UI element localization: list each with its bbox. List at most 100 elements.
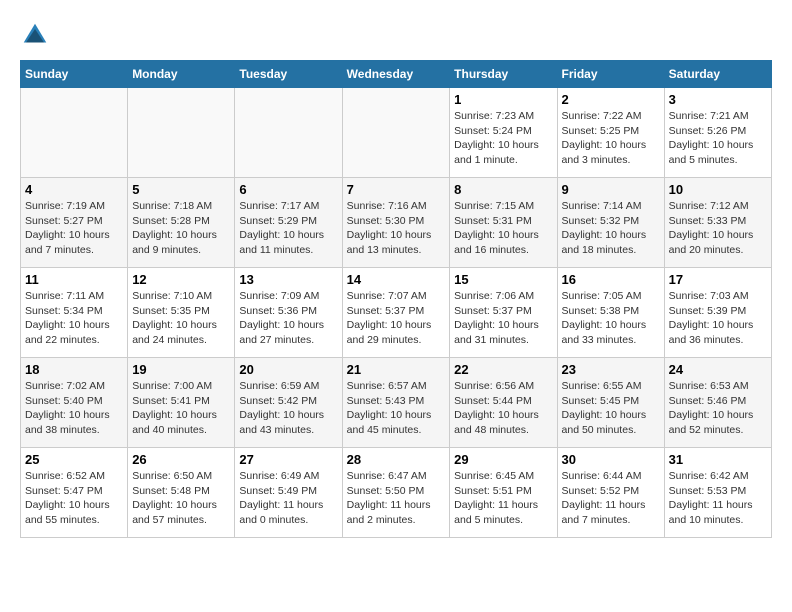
day-number: 30 (562, 452, 660, 467)
calendar-cell: 26 Sunrise: 6:50 AMSunset: 5:48 PMDayligh… (128, 448, 235, 538)
calendar-header-sunday: Sunday (21, 61, 128, 88)
day-info: Sunrise: 6:56 AMSunset: 5:44 PMDaylight:… (454, 379, 552, 438)
day-number: 18 (25, 362, 123, 377)
calendar-cell: 11Sunrise: 7:11 AMSunset: 5:34 PMDayligh… (21, 268, 128, 358)
logo-icon (20, 20, 50, 50)
calendar-cell: 10 Sunrise: 7:12 AMSunset: 5:33 PMDayligh… (664, 178, 771, 268)
calendar-cell: 19 Sunrise: 7:00 AMSunset: 5:41 PMDayligh… (128, 358, 235, 448)
day-info: Sunrise: 6:55 AMSunset: 5:45 PMDaylight:… (562, 379, 660, 438)
calendar-header-friday: Friday (557, 61, 664, 88)
calendar-cell (235, 88, 342, 178)
calendar-cell: 17Sunrise: 7:03 AMSunset: 5:39 PMDayligh… (664, 268, 771, 358)
calendar-table: SundayMondayTuesdayWednesdayThursdayFrid… (20, 60, 772, 538)
day-info: Sunrise: 7:16 AMSunset: 5:30 PMDaylight:… (347, 199, 446, 258)
calendar-cell: 2 Sunrise: 7:22 AMSunset: 5:25 PMDaylight… (557, 88, 664, 178)
calendar-cell: 29 Sunrise: 6:45 AMSunset: 5:51 PMDayligh… (450, 448, 557, 538)
day-number: 5 (132, 182, 230, 197)
day-info: Sunrise: 7:14 AMSunset: 5:32 PMDaylight:… (562, 199, 660, 258)
day-number: 10 (669, 182, 767, 197)
calendar-cell: 9 Sunrise: 7:14 AMSunset: 5:32 PMDaylight… (557, 178, 664, 268)
calendar-cell (21, 88, 128, 178)
calendar-cell: 21Sunrise: 6:57 AMSunset: 5:43 PMDayligh… (342, 358, 450, 448)
page-header (20, 20, 772, 50)
day-number: 2 (562, 92, 660, 107)
day-info: Sunrise: 7:18 AMSunset: 5:28 PMDaylight:… (132, 199, 230, 258)
day-info: Sunrise: 7:12 AMSunset: 5:33 PMDaylight:… (669, 199, 767, 258)
day-info: Sunrise: 7:19 AMSunset: 5:27 PMDaylight:… (25, 199, 123, 258)
day-info: Sunrise: 7:10 AMSunset: 5:35 PMDaylight:… (132, 289, 230, 348)
day-number: 3 (669, 92, 767, 107)
calendar-cell: 27 Sunrise: 6:49 AMSunset: 5:49 PMDayligh… (235, 448, 342, 538)
calendar-cell (128, 88, 235, 178)
day-number: 25 (25, 452, 123, 467)
day-info: Sunrise: 6:47 AMSunset: 5:50 PMDaylight:… (347, 469, 446, 528)
day-number: 6 (239, 182, 337, 197)
day-number: 26 (132, 452, 230, 467)
day-number: 9 (562, 182, 660, 197)
day-info: Sunrise: 7:22 AMSunset: 5:25 PMDaylight:… (562, 109, 660, 168)
calendar-cell: 7 Sunrise: 7:16 AMSunset: 5:30 PMDaylight… (342, 178, 450, 268)
day-info: Sunrise: 6:50 AMSunset: 5:48 PMDaylight:… (132, 469, 230, 528)
calendar-header-tuesday: Tuesday (235, 61, 342, 88)
day-info: Sunrise: 6:59 AMSunset: 5:42 PMDaylight:… (239, 379, 337, 438)
day-info: Sunrise: 7:00 AMSunset: 5:41 PMDaylight:… (132, 379, 230, 438)
calendar-cell: 4 Sunrise: 7:19 AMSunset: 5:27 PMDaylight… (21, 178, 128, 268)
calendar-cell: 31Sunrise: 6:42 AMSunset: 5:53 PMDayligh… (664, 448, 771, 538)
calendar-header-thursday: Thursday (450, 61, 557, 88)
day-info: Sunrise: 7:03 AMSunset: 5:39 PMDaylight:… (669, 289, 767, 348)
day-number: 28 (347, 452, 446, 467)
calendar-cell: 3 Sunrise: 7:21 AMSunset: 5:26 PMDaylight… (664, 88, 771, 178)
day-info: Sunrise: 6:44 AMSunset: 5:52 PMDaylight:… (562, 469, 660, 528)
calendar-cell: 30 Sunrise: 6:44 AMSunset: 5:52 PMDayligh… (557, 448, 664, 538)
day-number: 11 (25, 272, 123, 287)
day-info: Sunrise: 7:06 AMSunset: 5:37 PMDaylight:… (454, 289, 552, 348)
calendar-week-3: 11Sunrise: 7:11 AMSunset: 5:34 PMDayligh… (21, 268, 772, 358)
day-info: Sunrise: 7:15 AMSunset: 5:31 PMDaylight:… (454, 199, 552, 258)
day-info: Sunrise: 7:07 AMSunset: 5:37 PMDaylight:… (347, 289, 446, 348)
calendar-cell: 6Sunrise: 7:17 AMSunset: 5:29 PMDaylight… (235, 178, 342, 268)
calendar-cell: 23 Sunrise: 6:55 AMSunset: 5:45 PMDayligh… (557, 358, 664, 448)
calendar-cell: 15Sunrise: 7:06 AMSunset: 5:37 PMDayligh… (450, 268, 557, 358)
day-number: 23 (562, 362, 660, 377)
calendar-cell: 18 Sunrise: 7:02 AMSunset: 5:40 PMDayligh… (21, 358, 128, 448)
day-number: 7 (347, 182, 446, 197)
day-number: 4 (25, 182, 123, 197)
day-info: Sunrise: 7:02 AMSunset: 5:40 PMDaylight:… (25, 379, 123, 438)
calendar-cell: 5 Sunrise: 7:18 AMSunset: 5:28 PMDaylight… (128, 178, 235, 268)
day-number: 1 (454, 92, 552, 107)
day-info: Sunrise: 6:57 AMSunset: 5:43 PMDaylight:… (347, 379, 446, 438)
day-number: 27 (239, 452, 337, 467)
day-number: 8 (454, 182, 552, 197)
calendar-cell: 13Sunrise: 7:09 AMSunset: 5:36 PMDayligh… (235, 268, 342, 358)
day-info: Sunrise: 6:45 AMSunset: 5:51 PMDaylight:… (454, 469, 552, 528)
day-number: 20 (239, 362, 337, 377)
day-number: 22 (454, 362, 552, 377)
calendar-cell: 12Sunrise: 7:10 AMSunset: 5:35 PMDayligh… (128, 268, 235, 358)
day-info: Sunrise: 7:21 AMSunset: 5:26 PMDaylight:… (669, 109, 767, 168)
calendar-body: 1 Sunrise: 7:23 AMSunset: 5:24 PMDaylight… (21, 88, 772, 538)
logo (20, 20, 54, 50)
day-info: Sunrise: 6:53 AMSunset: 5:46 PMDaylight:… (669, 379, 767, 438)
calendar-header-wednesday: Wednesday (342, 61, 450, 88)
calendar-header-monday: Monday (128, 61, 235, 88)
calendar-cell: 8 Sunrise: 7:15 AMSunset: 5:31 PMDaylight… (450, 178, 557, 268)
day-number: 13 (239, 272, 337, 287)
calendar-cell: 20 Sunrise: 6:59 AMSunset: 5:42 PMDayligh… (235, 358, 342, 448)
calendar-cell: 22 Sunrise: 6:56 AMSunset: 5:44 PMDayligh… (450, 358, 557, 448)
day-number: 24 (669, 362, 767, 377)
calendar-cell: 28 Sunrise: 6:47 AMSunset: 5:50 PMDayligh… (342, 448, 450, 538)
calendar-week-1: 1 Sunrise: 7:23 AMSunset: 5:24 PMDaylight… (21, 88, 772, 178)
day-info: Sunrise: 6:49 AMSunset: 5:49 PMDaylight:… (239, 469, 337, 528)
calendar-week-4: 18 Sunrise: 7:02 AMSunset: 5:40 PMDayligh… (21, 358, 772, 448)
day-number: 29 (454, 452, 552, 467)
day-number: 14 (347, 272, 446, 287)
day-info: Sunrise: 6:42 AMSunset: 5:53 PMDaylight:… (669, 469, 767, 528)
calendar-week-2: 4 Sunrise: 7:19 AMSunset: 5:27 PMDaylight… (21, 178, 772, 268)
day-info: Sunrise: 6:52 AMSunset: 5:47 PMDaylight:… (25, 469, 123, 528)
calendar-cell: 16 Sunrise: 7:05 AMSunset: 5:38 PMDayligh… (557, 268, 664, 358)
day-info: Sunrise: 7:23 AMSunset: 5:24 PMDaylight:… (454, 109, 552, 168)
day-number: 19 (132, 362, 230, 377)
day-info: Sunrise: 7:05 AMSunset: 5:38 PMDaylight:… (562, 289, 660, 348)
calendar-cell: 25 Sunrise: 6:52 AMSunset: 5:47 PMDayligh… (21, 448, 128, 538)
day-number: 16 (562, 272, 660, 287)
